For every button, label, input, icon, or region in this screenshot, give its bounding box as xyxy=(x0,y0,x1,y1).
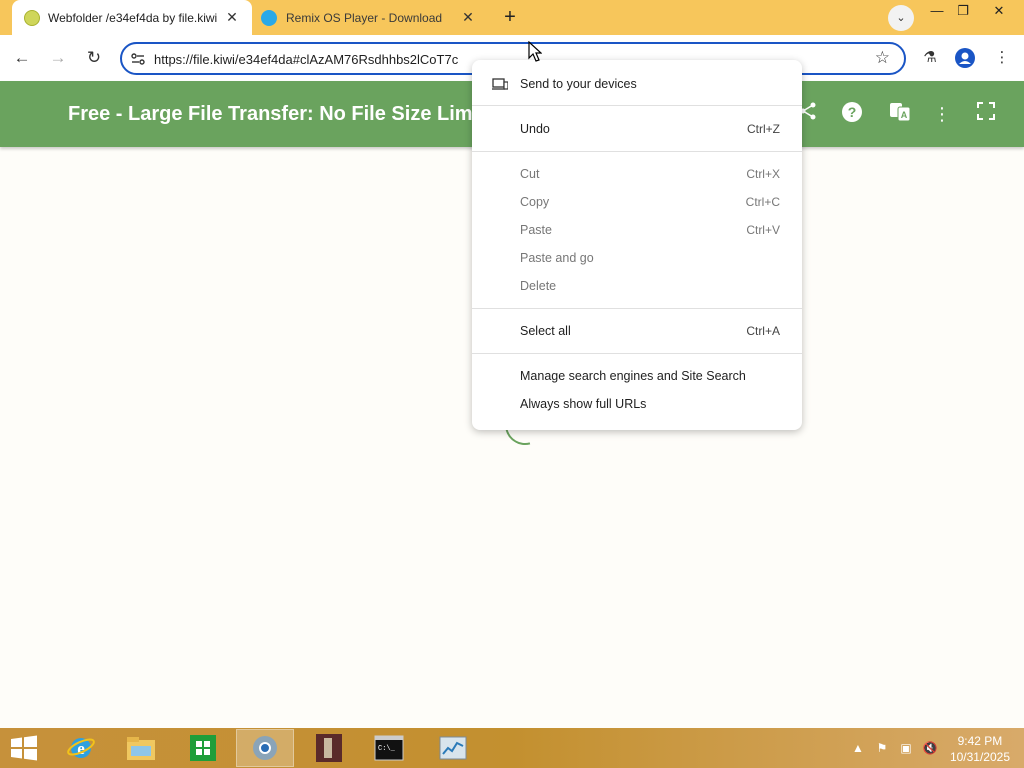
tab-search-button[interactable]: ⌄ xyxy=(888,5,914,31)
menu-separator xyxy=(472,151,802,152)
tab-webfolder[interactable]: Webfolder /e34ef4da by file.kiwi ✕ xyxy=(12,0,252,35)
terminal-icon: C:\_ xyxy=(374,735,404,761)
taskbar-app-image[interactable] xyxy=(300,729,358,767)
menu-item-shortcut: Ctrl+A xyxy=(746,324,780,338)
system-clock[interactable]: 9:42 PM 10/31/2025 xyxy=(950,733,1010,765)
kiwi-favicon-icon xyxy=(24,10,40,26)
windows-taskbar: e C:\_ ▲ ⚑ ▣ 🔇 9:42 PM 10/31/2025 xyxy=(0,728,1024,768)
taskbar-store[interactable] xyxy=(174,729,232,767)
new-tab-button[interactable]: + xyxy=(498,6,522,30)
network-icon[interactable]: ▣ xyxy=(898,740,914,756)
menu-item-label: Always show full URLs xyxy=(520,397,647,411)
url-input[interactable] xyxy=(154,49,484,69)
action-center-flag-icon[interactable]: ⚑ xyxy=(874,740,890,756)
menu-item-send-to-devices[interactable]: Send to your devices xyxy=(472,70,802,98)
menu-separator xyxy=(472,308,802,309)
page-title: Free - Large File Transfer: No File Size… xyxy=(68,103,485,125)
task-manager-icon xyxy=(439,736,467,760)
restore-button[interactable]: ❐ xyxy=(948,0,978,22)
close-icon[interactable]: ✕ xyxy=(224,9,240,25)
bookmark-star-icon[interactable]: ☆ xyxy=(875,48,890,68)
menu-item-undo[interactable]: Undo Ctrl+Z xyxy=(472,115,802,143)
mouse-cursor-icon xyxy=(528,41,542,62)
svg-text:C:\_: C:\_ xyxy=(378,745,396,753)
menu-item-shortcut: Ctrl+C xyxy=(745,195,780,209)
menu-item-paste[interactable]: Paste Ctrl+V xyxy=(472,216,802,244)
forward-button[interactable]: → xyxy=(45,45,71,71)
clock-date: 10/31/2025 xyxy=(949,750,1010,764)
internet-explorer-icon: e xyxy=(67,738,95,758)
menu-item-label: Cut xyxy=(520,167,540,181)
menu-item-cut[interactable]: Cut Ctrl+X xyxy=(472,160,802,188)
menu-separator xyxy=(472,105,802,106)
help-icon[interactable]: ? xyxy=(839,101,865,127)
menu-item-label: Delete xyxy=(520,279,557,293)
reload-button[interactable]: ↻ xyxy=(81,45,107,71)
taskbar-internet-explorer[interactable]: e xyxy=(52,729,110,767)
window-close-button[interactable]: ✕ xyxy=(984,0,1014,22)
menu-item-delete[interactable]: Delete xyxy=(472,272,802,300)
menu-item-select-all[interactable]: Select all Ctrl+A xyxy=(472,317,802,345)
svg-text:?: ? xyxy=(848,104,857,120)
chrome-icon xyxy=(253,736,277,760)
taskbar-task-manager[interactable] xyxy=(424,729,482,767)
menu-item-copy[interactable]: Copy Ctrl+C xyxy=(472,188,802,216)
menu-item-label: Select all xyxy=(520,324,571,338)
close-icon[interactable]: ✕ xyxy=(460,9,476,25)
translate-icon[interactable]: A xyxy=(887,101,913,127)
taskbar-file-explorer[interactable] xyxy=(112,729,170,767)
tab-strip: Webfolder /e34ef4da by file.kiwi ✕ Remix… xyxy=(0,0,1024,35)
menu-item-label: Copy xyxy=(520,195,550,209)
menu-item-shortcut: Ctrl+Z xyxy=(747,122,780,136)
taskbar-chrome[interactable] xyxy=(236,729,294,767)
tab-title: Remix OS Player - Download xyxy=(286,11,443,25)
back-button[interactable]: ← xyxy=(9,45,35,71)
clock-time: 9:42 PM xyxy=(957,734,1003,748)
menu-item-label: Paste xyxy=(520,223,552,237)
menu-item-manage-search-engines[interactable]: Manage search engines and Site Search xyxy=(472,362,802,390)
fullscreen-icon[interactable] xyxy=(973,101,999,127)
browser-menu-icon[interactable]: ⋮ xyxy=(990,46,1014,70)
svg-text:A: A xyxy=(901,110,908,120)
address-bar-context-menu: Send to your devices Undo Ctrl+Z Cut Ctr… xyxy=(472,60,802,430)
labs-flask-icon[interactable]: ⚗ xyxy=(918,46,942,70)
menu-item-paste-and-go[interactable]: Paste and go xyxy=(472,244,802,272)
store-icon xyxy=(190,735,216,761)
menu-item-always-show-full-urls[interactable]: Always show full URLs xyxy=(472,390,802,418)
menu-item-label: Manage search engines and Site Search xyxy=(520,369,746,383)
show-hidden-icons-icon[interactable]: ▲ xyxy=(850,740,866,756)
tab-title: Webfolder /e34ef4da by file.kiwi xyxy=(48,11,218,25)
menu-item-label: Paste and go xyxy=(520,251,594,265)
menu-item-label: Send to your devices xyxy=(520,77,637,91)
site-info-icon[interactable] xyxy=(130,51,146,67)
tab-remix-os[interactable]: Remix OS Player - Download ✕ xyxy=(252,0,488,35)
volume-muted-icon[interactable]: 🔇 xyxy=(922,740,938,756)
menu-item-label: Undo xyxy=(520,122,550,136)
windows-start-icon[interactable] xyxy=(8,734,40,762)
more-vert-icon[interactable]: ⋮ xyxy=(929,101,955,127)
devices-icon xyxy=(492,78,508,90)
folder-icon xyxy=(127,737,155,760)
app-image-icon xyxy=(316,734,342,762)
menu-item-shortcut: Ctrl+X xyxy=(746,167,780,181)
profile-avatar-icon[interactable] xyxy=(953,46,977,70)
menu-separator xyxy=(472,353,802,354)
menu-item-shortcut: Ctrl+V xyxy=(746,223,780,237)
taskbar-command-prompt[interactable]: C:\_ xyxy=(360,729,418,767)
remix-favicon-icon xyxy=(261,10,277,26)
